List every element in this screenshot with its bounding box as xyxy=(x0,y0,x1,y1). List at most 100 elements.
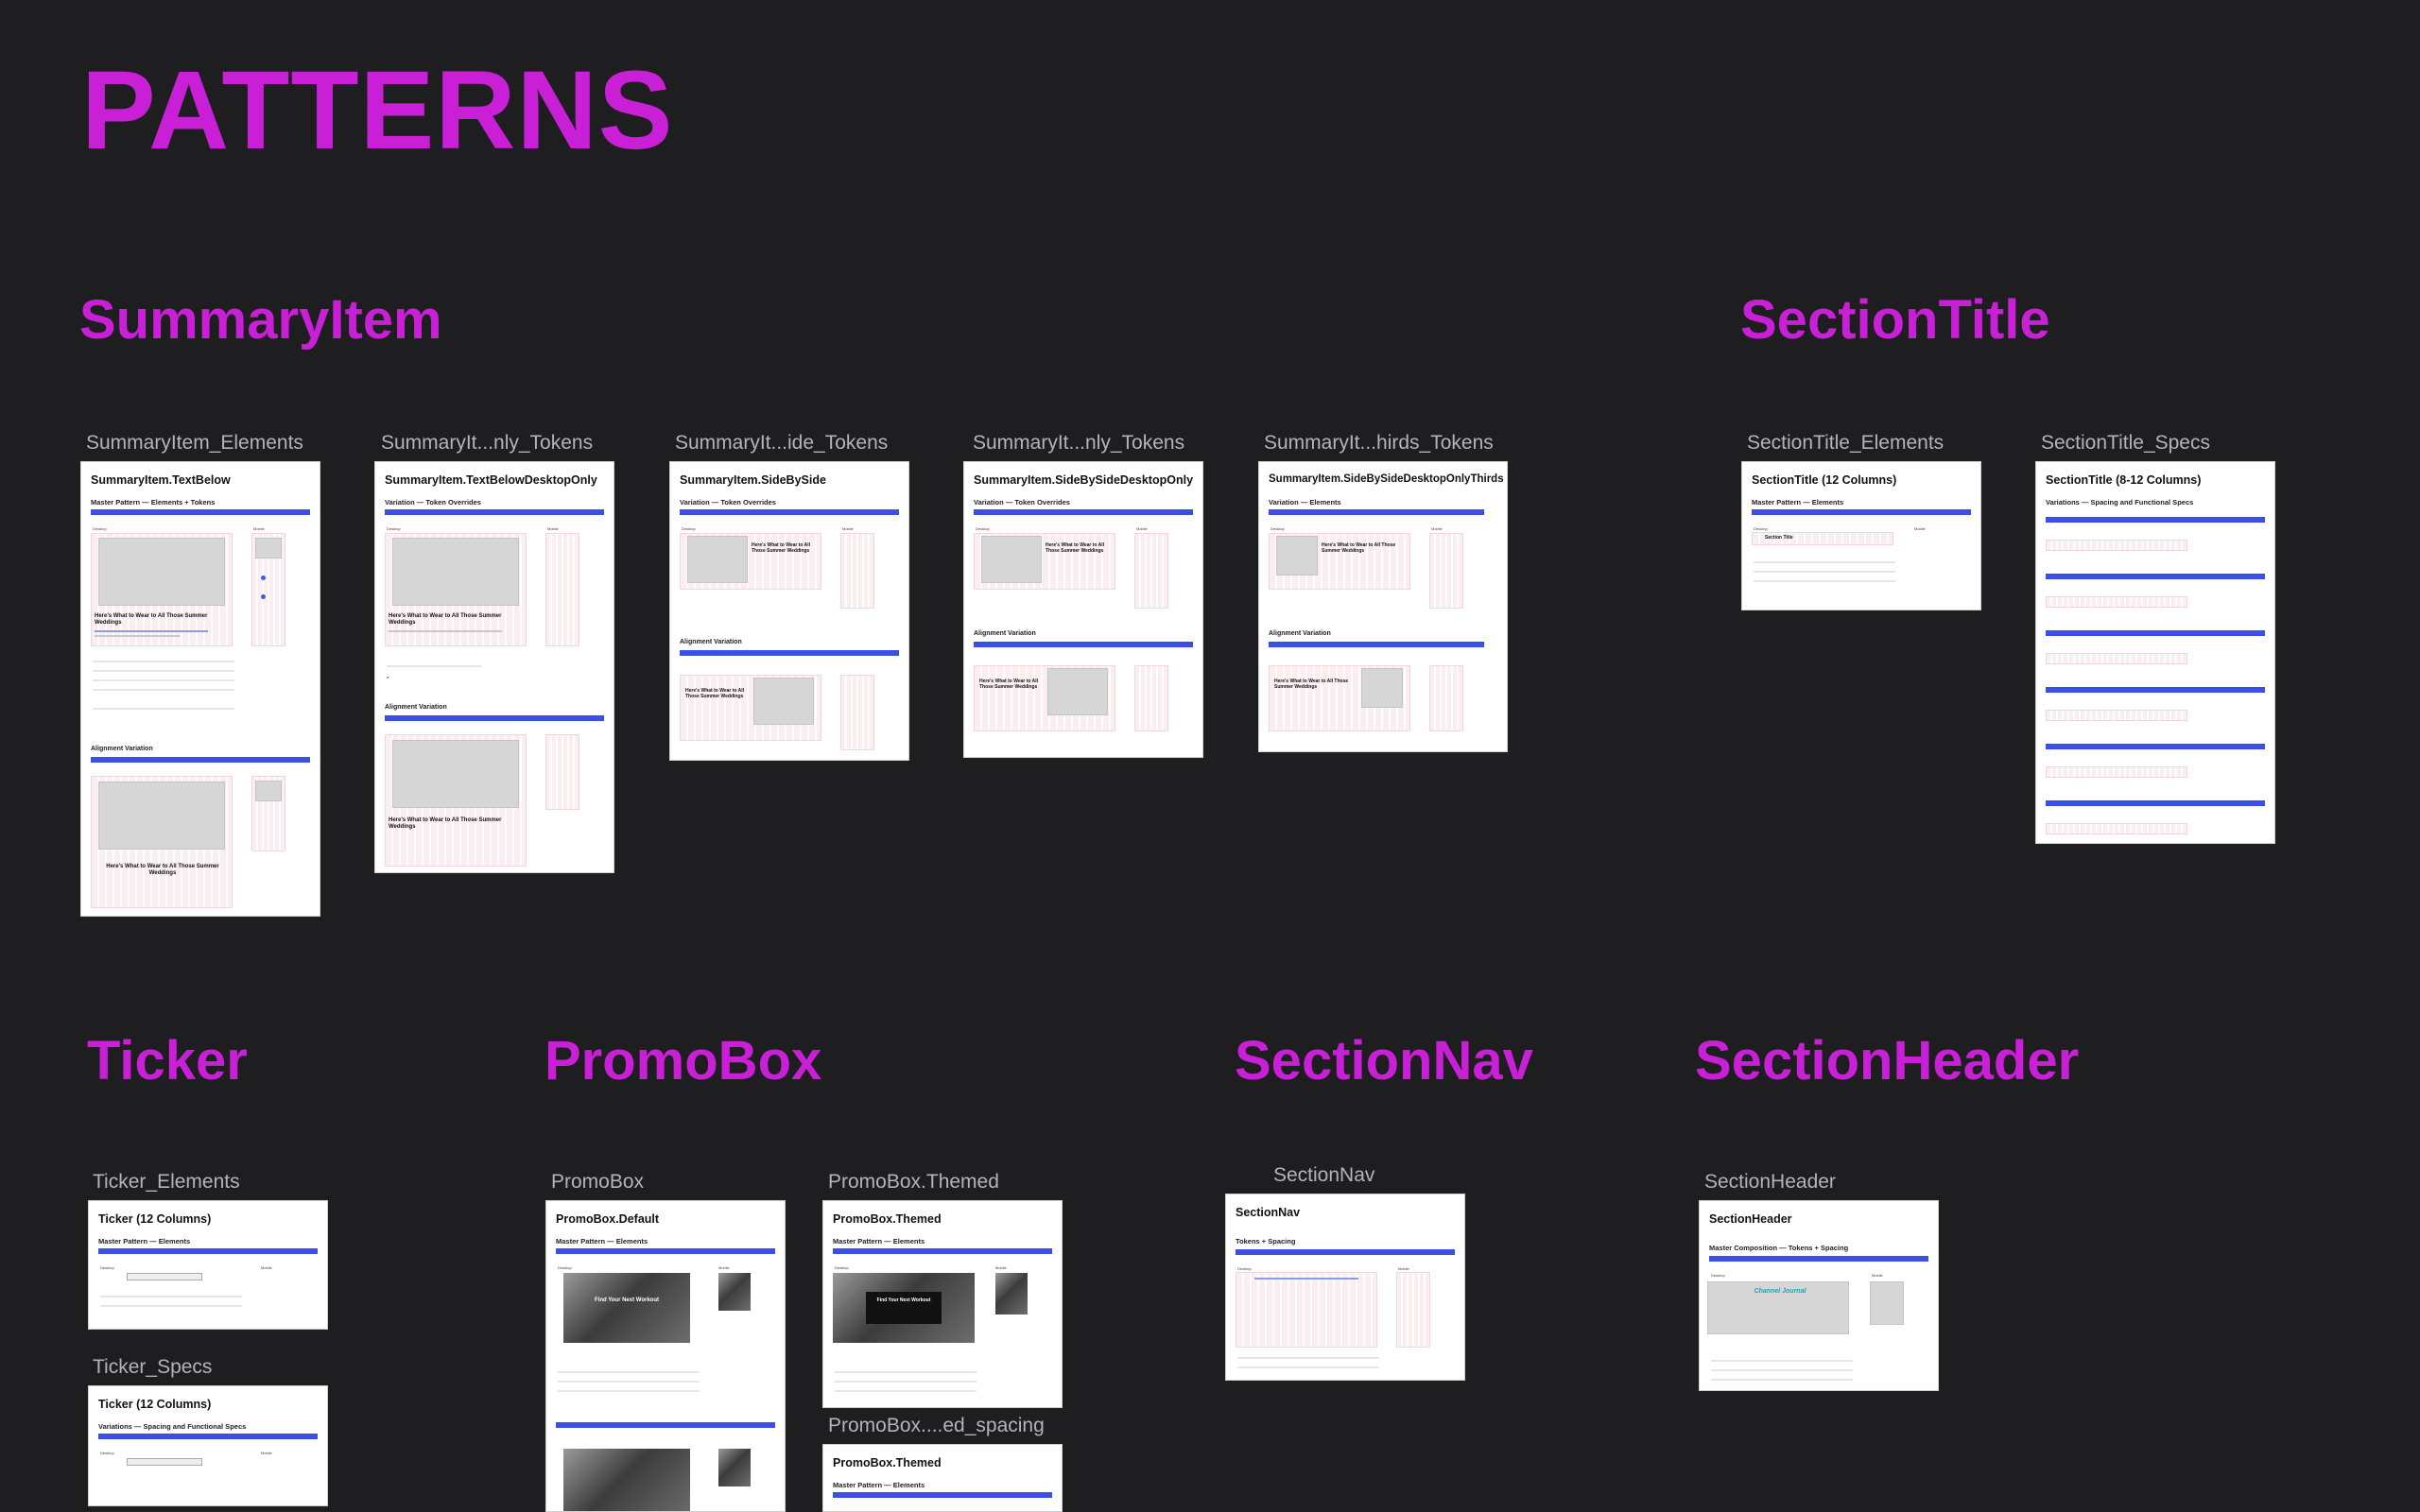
brand-logo: Channel Journal xyxy=(1754,1288,1806,1295)
section-bar xyxy=(680,650,899,656)
frame-ticker-elements[interactable]: Ticker (12 Columns) Master Pattern — Ele… xyxy=(88,1200,328,1330)
mobile-label: Mobile xyxy=(1398,1266,1409,1271)
mobile-grid xyxy=(1134,665,1168,731)
desktop-label: Desktop xyxy=(976,526,990,531)
token-row xyxy=(93,661,234,662)
frame-label-promo-themed-spacing[interactable]: PromoBox....ed_spacing xyxy=(828,1416,1045,1435)
frame-summary-tb-tokens[interactable]: SummaryItem.TextBelowDesktopOnly Variati… xyxy=(374,461,614,873)
alignment-heading: Alignment Variation xyxy=(680,639,742,645)
image-placeholder xyxy=(1047,668,1108,715)
frame-promo-themed[interactable]: PromoBox.Themed Master Pattern — Element… xyxy=(822,1200,1063,1408)
summary-headline: Here's What to Wear to All Those Summer … xyxy=(1046,542,1105,554)
image-placeholder xyxy=(753,678,814,725)
token-row xyxy=(93,689,234,691)
mobile-grid xyxy=(545,533,579,646)
mobile-label: Mobile xyxy=(261,1265,272,1270)
image-placeholder xyxy=(392,538,519,606)
section-bar xyxy=(98,1248,318,1254)
token-row xyxy=(1711,1360,1853,1362)
frame-label-ticker-specs[interactable]: Ticker_Specs xyxy=(93,1357,212,1377)
section-bar xyxy=(385,509,604,515)
frame-label-summary-sbs-tokens[interactable]: SummaryIt...ide_Tokens xyxy=(675,433,888,453)
section-bar xyxy=(974,642,1193,647)
alignment-heading: Alignment Variation xyxy=(1269,630,1331,637)
section-bar xyxy=(2046,687,2265,693)
section-bar xyxy=(1709,1256,1928,1262)
frame-subheading: Variation — Token Overrides xyxy=(680,498,776,507)
frame-label-summary-tb-tokens[interactable]: SummaryIt...nly_Tokens xyxy=(381,433,593,453)
frame-subheading: Variation — Elements xyxy=(1269,498,1341,507)
section-bar xyxy=(91,509,310,515)
frame-summary-sbsd-tokens[interactable]: SummaryItem.SideBySideDesktopOnly Variat… xyxy=(963,461,1203,758)
image-placeholder xyxy=(687,536,748,583)
desktop-label: Desktop xyxy=(835,1265,849,1270)
token-row xyxy=(93,670,234,672)
frame-heading: SummaryItem.TextBelowDesktopOnly xyxy=(385,473,597,487)
frame-label-ticker-elements[interactable]: Ticker_Elements xyxy=(93,1172,240,1192)
desktop-label: Desktop xyxy=(100,1451,114,1455)
frame-subheading: Variations — Spacing and Functional Spec… xyxy=(2046,498,2194,507)
desktop-grid xyxy=(1236,1272,1377,1348)
token-row xyxy=(93,708,234,710)
frame-promo-default[interactable]: PromoBox.Default Master Pattern — Elemen… xyxy=(545,1200,786,1512)
frame-heading: SectionNav xyxy=(1236,1206,1301,1219)
token-row xyxy=(93,679,234,681)
frame-promo-themed-spacing[interactable]: PromoBox.Themed Master Pattern — Element… xyxy=(822,1444,1063,1512)
section-bar xyxy=(1269,509,1484,515)
text-line xyxy=(95,635,180,637)
section-title-section-header: SectionHeader xyxy=(1695,1030,2080,1091)
frame-subheading: Master Pattern — Elements xyxy=(98,1237,191,1246)
frame-section-title-specs[interactable]: SectionTitle (8-12 Columns) Variations —… xyxy=(2035,461,2275,844)
token-row xyxy=(1754,561,1895,563)
page-title: PATTERNS xyxy=(81,48,674,173)
section-bar xyxy=(2046,800,2265,806)
section-title-sample: Section Title xyxy=(1765,535,1793,541)
token-row xyxy=(835,1381,977,1383)
token-row xyxy=(558,1371,700,1373)
frame-label-summary-elements[interactable]: SummaryItem_Elements xyxy=(86,433,303,453)
desktop-grid xyxy=(2046,540,2187,551)
summary-headline: Here's What to Wear to All Those Summer … xyxy=(106,864,219,876)
frame-heading: SectionTitle (12 Columns) xyxy=(1752,473,1897,487)
frame-section-header[interactable]: SectionHeader Master Composition — Token… xyxy=(1699,1200,1939,1391)
frame-label-section-nav[interactable]: SectionNav xyxy=(1273,1165,1374,1185)
annotation: ● xyxy=(387,675,389,679)
frame-section-title-elements[interactable]: SectionTitle (12 Columns) Master Pattern… xyxy=(1741,461,1981,610)
frame-heading: PromoBox.Default xyxy=(556,1212,660,1226)
frame-label-promo-default[interactable]: PromoBox xyxy=(551,1172,644,1192)
section-bar xyxy=(680,509,899,515)
image-placeholder xyxy=(1361,668,1403,708)
promo-image xyxy=(563,1449,690,1511)
section-bar xyxy=(2046,630,2265,636)
mobile-label: Mobile xyxy=(1431,526,1443,531)
frame-summary-thirds-tokens[interactable]: SummaryItem.SideBySideDesktopOnlyThirds … xyxy=(1258,461,1508,752)
frame-summary-sbs-tokens[interactable]: SummaryItem.SideBySide Variation — Token… xyxy=(669,461,909,761)
section-bar xyxy=(98,1434,318,1439)
frame-label-summary-thirds-tokens[interactable]: SummaryIt...hirds_Tokens xyxy=(1264,433,1494,453)
frame-label-promo-themed[interactable]: PromoBox.Themed xyxy=(828,1172,999,1192)
section-bar xyxy=(2046,744,2265,749)
spec-marker xyxy=(261,594,266,599)
section-title-promo-box: PromoBox xyxy=(544,1030,822,1091)
mobile-grid xyxy=(1396,1272,1430,1348)
frame-summary-elements[interactable]: SummaryItem.TextBelow Master Pattern — E… xyxy=(80,461,320,917)
summary-headline: Here's What to Wear to All Those Summer … xyxy=(389,613,502,626)
desktop-label: Desktop xyxy=(387,526,401,531)
frame-label-section-title-specs[interactable]: SectionTitle_Specs xyxy=(2041,433,2210,453)
frame-label-section-header[interactable]: SectionHeader xyxy=(1704,1172,1836,1192)
nav-line xyxy=(1254,1278,1358,1280)
image-placeholder xyxy=(392,740,519,808)
frame-section-nav[interactable]: SectionNav Tokens + Spacing Desktop Mobi… xyxy=(1225,1194,1465,1381)
frame-label-summary-sbsd-tokens[interactable]: SummaryIt...nly_Tokens xyxy=(973,433,1184,453)
desktop-label: Desktop xyxy=(558,1265,572,1270)
image-placeholder xyxy=(98,782,225,850)
summary-headline: Here's What to Wear to All Those Summer … xyxy=(752,542,811,554)
token-row xyxy=(558,1390,700,1392)
frame-label-section-title-elements[interactable]: SectionTitle_Elements xyxy=(1747,433,1944,453)
frame-ticker-specs[interactable]: Ticker (12 Columns) Variations — Spacing… xyxy=(88,1385,328,1506)
token-row xyxy=(835,1390,977,1392)
section-bar xyxy=(1236,1249,1455,1255)
frame-heading: SummaryItem.SideBySide xyxy=(680,473,826,487)
frame-subheading: Variations — Spacing and Functional Spec… xyxy=(98,1422,247,1431)
token-row xyxy=(1237,1357,1379,1359)
